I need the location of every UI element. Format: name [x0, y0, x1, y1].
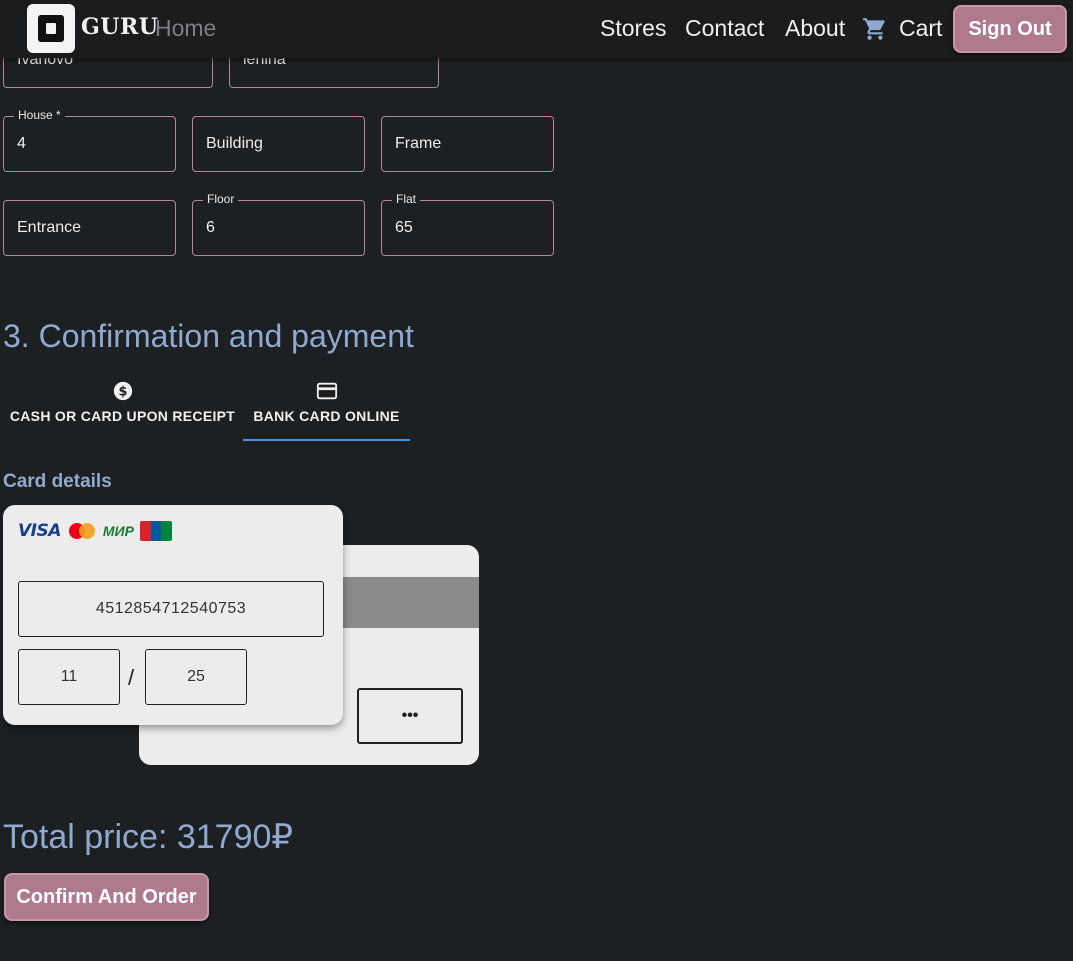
- entrance-placeholder: Entrance: [17, 219, 82, 236]
- tab-cash-on-receipt[interactable]: $ CASH OR CARD UPON RECEIPT: [10, 380, 235, 442]
- tab-bank-card-label: BANK CARD ONLINE: [253, 408, 400, 424]
- total-price: Total price: 31790₽: [3, 818, 294, 856]
- flat-value: 65: [395, 219, 413, 236]
- tab-cash-label: CASH OR CARD UPON RECEIPT: [9, 408, 236, 424]
- nav-stores-link[interactable]: Stores: [600, 15, 666, 42]
- nav-contact-link[interactable]: Contact: [685, 15, 764, 42]
- frame-placeholder: Frame: [395, 135, 442, 152]
- nav-home-link[interactable]: Home: [155, 15, 216, 42]
- floor-value: 6: [206, 219, 215, 236]
- payment-section-title: 3. Confirmation and payment: [3, 318, 414, 354]
- brand-name[interactable]: GURU: [81, 14, 158, 40]
- top-navbar: GURU Home Stores Contact About Cart Sign…: [0, 0, 1073, 58]
- entrance-field[interactable]: Entrance: [3, 200, 176, 256]
- dollar-circle-icon: $: [113, 381, 132, 401]
- building-placeholder: Building: [206, 135, 263, 152]
- nav-cart-link[interactable]: Cart: [899, 15, 942, 42]
- house-label: House *: [14, 108, 65, 122]
- sign-out-button[interactable]: Sign Out: [953, 5, 1067, 53]
- confirm-order-button[interactable]: Confirm And Order: [4, 873, 209, 921]
- logo-icon[interactable]: [27, 4, 75, 53]
- svg-text:$: $: [118, 385, 127, 400]
- cart-icon[interactable]: [861, 16, 889, 42]
- house-value: 4: [17, 135, 26, 152]
- expiry-month-input[interactable]: 11: [18, 649, 120, 705]
- card-details-label: Card details: [3, 471, 112, 492]
- tab-active-indicator: [243, 439, 410, 441]
- frame-field[interactable]: Frame: [381, 116, 554, 172]
- expiry-separator: /: [128, 665, 135, 690]
- nav-about-link[interactable]: About: [785, 15, 845, 42]
- mastercard-logo-icon: [68, 523, 95, 539]
- card-brand-logos: VISA МИР: [18, 520, 172, 542]
- unionpay-logo-icon: [139, 521, 172, 541]
- cvc-input[interactable]: •••: [357, 688, 463, 744]
- building-field[interactable]: Building: [192, 116, 365, 172]
- floor-field[interactable]: Floor 6: [192, 192, 365, 256]
- expiry-year-input[interactable]: 25: [145, 649, 247, 705]
- mir-logo-icon: МИР: [102, 523, 134, 539]
- visa-logo-icon: VISA: [18, 521, 61, 541]
- house-field[interactable]: House * 4: [3, 108, 176, 172]
- floor-label: Floor: [203, 192, 239, 206]
- card-front: VISA МИР 4512854712540753 11 / 25: [3, 505, 343, 725]
- credit-card-icon: [316, 382, 337, 400]
- flat-label: Flat: [392, 192, 421, 206]
- tab-bank-card-online[interactable]: BANK CARD ONLINE: [243, 380, 410, 442]
- flat-field[interactable]: Flat 65: [381, 192, 554, 256]
- card-number-input[interactable]: 4512854712540753: [18, 581, 324, 637]
